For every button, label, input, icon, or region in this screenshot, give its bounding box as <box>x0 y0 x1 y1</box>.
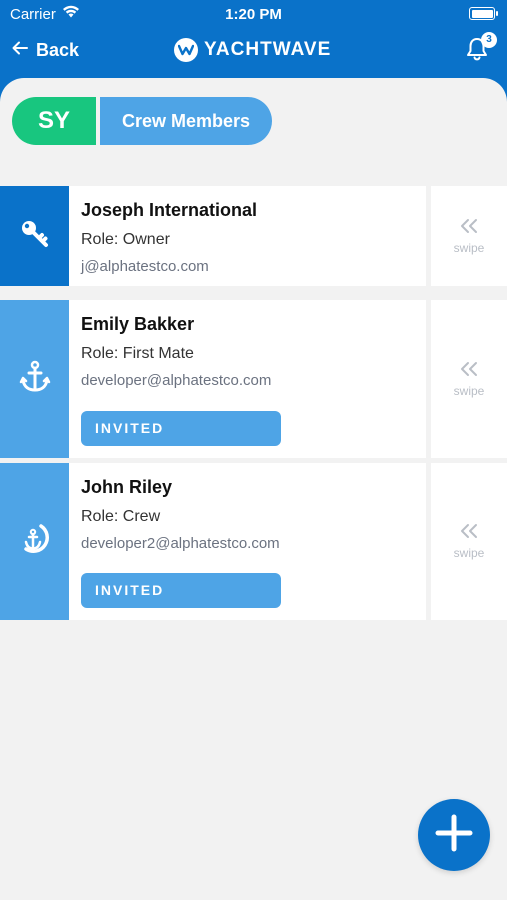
swipe-label: swipe <box>453 240 485 255</box>
crew-card-body: John Riley Role: Crew developer2@alphate… <box>69 463 426 620</box>
key-icon <box>19 218 51 255</box>
crew-name: Emily Bakker <box>81 314 195 334</box>
double-chevron-left-icon <box>459 218 479 239</box>
breadcrumb: SY Crew Members <box>12 97 272 145</box>
crew-role: Role: First Mate <box>81 345 194 362</box>
crew-role-icon-block <box>0 300 69 458</box>
yachtwave-logo-icon <box>174 38 198 62</box>
anchor-icon <box>19 360 51 399</box>
double-chevron-left-icon <box>459 523 479 544</box>
crew-card-body: Joseph International Role: Owner j@alpha… <box>69 186 426 286</box>
bell-icon <box>465 38 489 66</box>
back-button[interactable]: Back <box>12 40 79 61</box>
swipe-handle[interactable]: swipe <box>431 463 507 620</box>
back-label: Back <box>36 40 80 60</box>
crew-members-chip[interactable]: Crew Members <box>100 97 272 145</box>
crew-email: j@alphatestco.com <box>81 258 209 275</box>
double-chevron-left-icon <box>459 361 479 382</box>
logo-text: YACHTWAVE <box>204 39 332 60</box>
crew-card-body: Emily Bakker Role: First Mate developer@… <box>69 300 426 458</box>
invited-badge[interactable]: INVITED <box>81 411 281 446</box>
crew-role-icon-block <box>0 463 69 620</box>
swipe-label: swipe <box>453 383 485 398</box>
crew-email: developer2@alphatestco.com <box>81 535 280 552</box>
notification-badge: 3 <box>481 32 497 48</box>
crew-card[interactable]: Emily Bakker Role: First Mate developer@… <box>0 300 507 458</box>
crew-name: John Riley <box>81 477 173 497</box>
crew-name: Joseph International <box>81 200 258 220</box>
crew-role-icon-block <box>0 186 69 286</box>
nav-bar: Back YACHTWAVE 3 <box>0 32 507 70</box>
clock: 1:20 PM <box>225 6 282 23</box>
crew-email: developer@alphatestco.com <box>81 372 272 389</box>
add-crew-button[interactable] <box>418 799 490 871</box>
crew-role: Role: Crew <box>81 508 161 525</box>
crew-card[interactable]: John Riley Role: Crew developer2@alphate… <box>0 463 507 620</box>
crew-role: Role: Owner <box>81 231 170 248</box>
swipe-handle[interactable]: swipe <box>431 300 507 458</box>
crew-card[interactable]: Joseph International Role: Owner j@alpha… <box>0 186 507 286</box>
swipe-label: swipe <box>453 546 485 560</box>
status-bar: Carrier 1:20 PM <box>0 0 507 28</box>
arrow-left-icon <box>12 41 28 60</box>
logo: YACHTWAVE <box>174 38 331 62</box>
plus-icon <box>435 814 473 857</box>
swipe-handle[interactable]: swipe <box>431 186 507 286</box>
invited-badge[interactable]: INVITED <box>81 573 281 608</box>
notifications-button[interactable]: 3 <box>465 32 497 66</box>
yacht-chip[interactable]: SY <box>12 97 96 145</box>
anchor-circle-icon <box>19 523 51 560</box>
battery-icon <box>469 7 498 20</box>
